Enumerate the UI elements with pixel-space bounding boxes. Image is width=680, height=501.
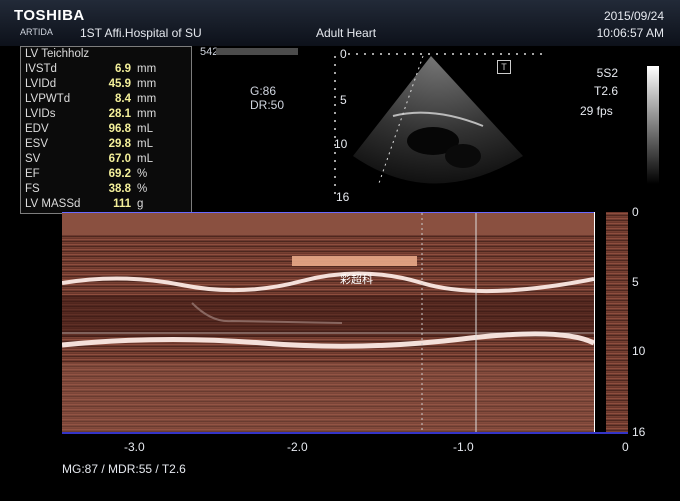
meas-row: EF 69.2% [25, 168, 148, 180]
time-tick: -1.0 [453, 440, 474, 454]
sector-depth-16: 16 [336, 190, 350, 204]
m-mode-trace: 彩超科 [62, 212, 594, 433]
sector-depth-0: 0 [340, 47, 347, 61]
mmode-depth-16: 16 [632, 425, 646, 439]
mgain-readout: MG:87 [62, 462, 99, 476]
hospital-name: 1ST Affi.Hospital of SU [80, 26, 202, 40]
fps-readout: 29 fps [580, 104, 613, 118]
probe-readout: 5S2 [596, 66, 618, 80]
top-bar: TOSHIBA ARTIDA 1ST Affi.Hospital of SU A… [0, 0, 680, 46]
meas-row: LVIDd 45.9 mm [25, 78, 157, 90]
sector-depth-10: 10 [334, 137, 348, 151]
mdr-readout: / MDR:55 [101, 462, 153, 476]
depth-bar [216, 48, 298, 55]
grayscale-bar [647, 66, 659, 184]
brand-logo: TOSHIBA [14, 7, 85, 24]
meas-row: ESV 29.8 mL [25, 138, 153, 150]
model-name: ARTIDA [20, 27, 53, 37]
exam-type: Adult Heart [316, 26, 377, 40]
footer-readout: MG:87 / MDR:55 / T2.6 [62, 462, 186, 476]
time-tick: -3.0 [124, 440, 145, 454]
meas-row: SV 67.0 mL [25, 153, 153, 165]
measurement-panel: LV Teichholz IVSTd 6.9 mm LVIDd 45.9 mm LVPW… [20, 46, 192, 214]
tis-readout: T2.6 [593, 84, 618, 98]
mmode-depth-10: 10 [632, 344, 646, 358]
meas-row: LV MASSd 111 g [25, 198, 144, 210]
dynamic-range-readout: DR:50 [250, 98, 285, 112]
heart-chamber [445, 144, 481, 168]
freeze-icon: T [497, 60, 511, 74]
meas-row: IVSTd 6.9 mm [25, 63, 157, 75]
time-tick: -2.0 [287, 440, 308, 454]
meas-row: EDV 96.8 mL [25, 123, 153, 135]
time-axis [62, 432, 628, 434]
gain-readout: G:86 [250, 84, 277, 98]
date: 2015/09/24 [603, 9, 664, 23]
sector-depth-5: 5 [340, 93, 347, 107]
meas-row: LVIDs 28.1 mm [25, 108, 157, 120]
time: 10:06:57 AM [596, 26, 664, 40]
sector-image [334, 53, 548, 196]
mmode-depth-5: 5 [632, 275, 639, 289]
footer-tis-readout: / T2.6 [155, 462, 186, 476]
meas-row: FS 38.8% [25, 183, 148, 195]
sector-fan [353, 56, 523, 184]
mmode-depth-0: 0 [632, 205, 639, 219]
meas-row: LVPWTd 8.4 mm [25, 93, 157, 105]
measurement-title: LV Teichholz [25, 48, 90, 60]
time-tick: 0 [622, 440, 629, 454]
overlay-text: 彩超科 [340, 274, 373, 286]
m-mode-side-strip [606, 212, 628, 432]
